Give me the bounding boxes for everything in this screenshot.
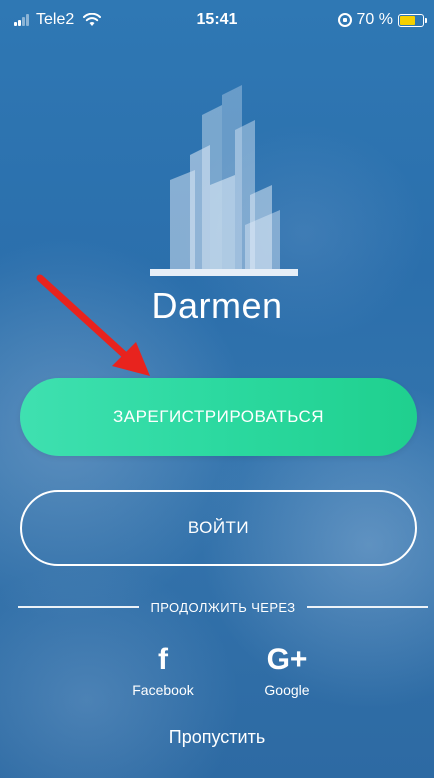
continue-with-divider: ПРОДОЛЖИТЬ ЧЕРЕЗ xyxy=(18,598,428,616)
google-label: Google xyxy=(264,682,310,698)
battery-fill xyxy=(400,15,416,25)
divider-line-right xyxy=(307,606,428,608)
register-button[interactable]: ЗАРЕГИСТРИРОВАТЬСЯ xyxy=(20,378,417,456)
facebook-login-button[interactable]: f Facebook xyxy=(115,640,211,698)
login-button[interactable]: ВОЙТИ xyxy=(20,490,417,566)
google-plus-icon: G+ xyxy=(266,643,308,676)
facebook-icon: f xyxy=(158,643,168,676)
status-bar: Tele2 15:41 70 % xyxy=(0,0,434,40)
status-bar-right: 70 % xyxy=(337,11,427,29)
continue-with-label: ПРОДОЛЖИТЬ ЧЕРЕЗ xyxy=(150,599,296,615)
divider-line-left xyxy=(18,606,139,608)
skip-link[interactable]: Пропустить xyxy=(0,727,434,748)
battery-icon xyxy=(398,13,427,27)
facebook-label: Facebook xyxy=(132,682,194,698)
orientation-lock-icon xyxy=(337,13,352,27)
google-login-button[interactable]: G+ Google xyxy=(239,640,335,698)
app-logo-icon xyxy=(150,85,298,276)
annotation-arrow-icon xyxy=(36,274,150,376)
battery-percent: 70 % xyxy=(356,11,393,28)
